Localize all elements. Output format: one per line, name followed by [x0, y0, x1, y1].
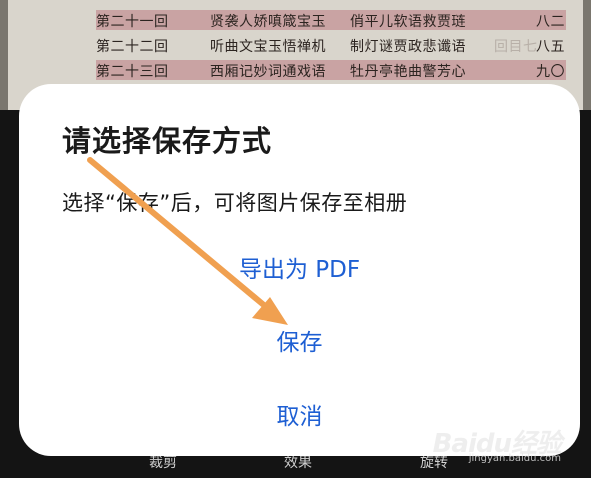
- dialog-title: 请选择保存方式: [62, 124, 273, 158]
- watermark: Baidu经验 jingyan.baidu.com: [433, 423, 562, 464]
- document-edge-right: [583, 0, 591, 110]
- watermark-url: jingyan.baidu.com: [468, 453, 561, 464]
- row-faint-text: 回目七: [494, 39, 538, 55]
- row-page: 九〇: [536, 64, 565, 80]
- save-button[interactable]: 保存: [19, 323, 580, 357]
- row-title-b: 制灯谜贾政悲谶语: [350, 39, 466, 55]
- row-title-a: 西厢记妙词通戏语: [210, 64, 326, 80]
- row-title-a: 听曲文宝玉悟禅机: [210, 39, 326, 55]
- dialog-message: 选择“保存”后，可将图片保存至相册: [62, 191, 408, 215]
- row-page: 八二: [536, 14, 565, 30]
- document-row: 第二十二回 听曲文宝玉悟禅机 制灯谜贾政悲谶语 回目七 八五: [96, 35, 566, 55]
- document-row: 第二十一回 贤袭人娇嗔箴宝玉 俏平儿软语救贾琏 八二: [96, 10, 566, 30]
- export-pdf-button[interactable]: 导出为 PDF: [19, 250, 580, 284]
- row-chapter: 第二十三回: [96, 64, 169, 80]
- row-title-a: 贤袭人娇嗔箴宝玉: [210, 14, 326, 30]
- row-title-b: 牡丹亭艳曲警芳心: [350, 64, 466, 80]
- save-method-dialog: 请选择保存方式 选择“保存”后，可将图片保存至相册 导出为 PDF 保存 取消: [19, 84, 580, 456]
- row-title-b: 俏平儿软语救贾琏: [350, 14, 466, 30]
- document-row: 第二十三回 西厢记妙词通戏语 牡丹亭艳曲警芳心 九〇: [96, 60, 566, 80]
- row-chapter: 第二十二回: [96, 39, 169, 55]
- document-edge-left: [0, 0, 8, 110]
- row-chapter: 第二十一回: [96, 14, 169, 30]
- row-page: 八五: [536, 39, 565, 55]
